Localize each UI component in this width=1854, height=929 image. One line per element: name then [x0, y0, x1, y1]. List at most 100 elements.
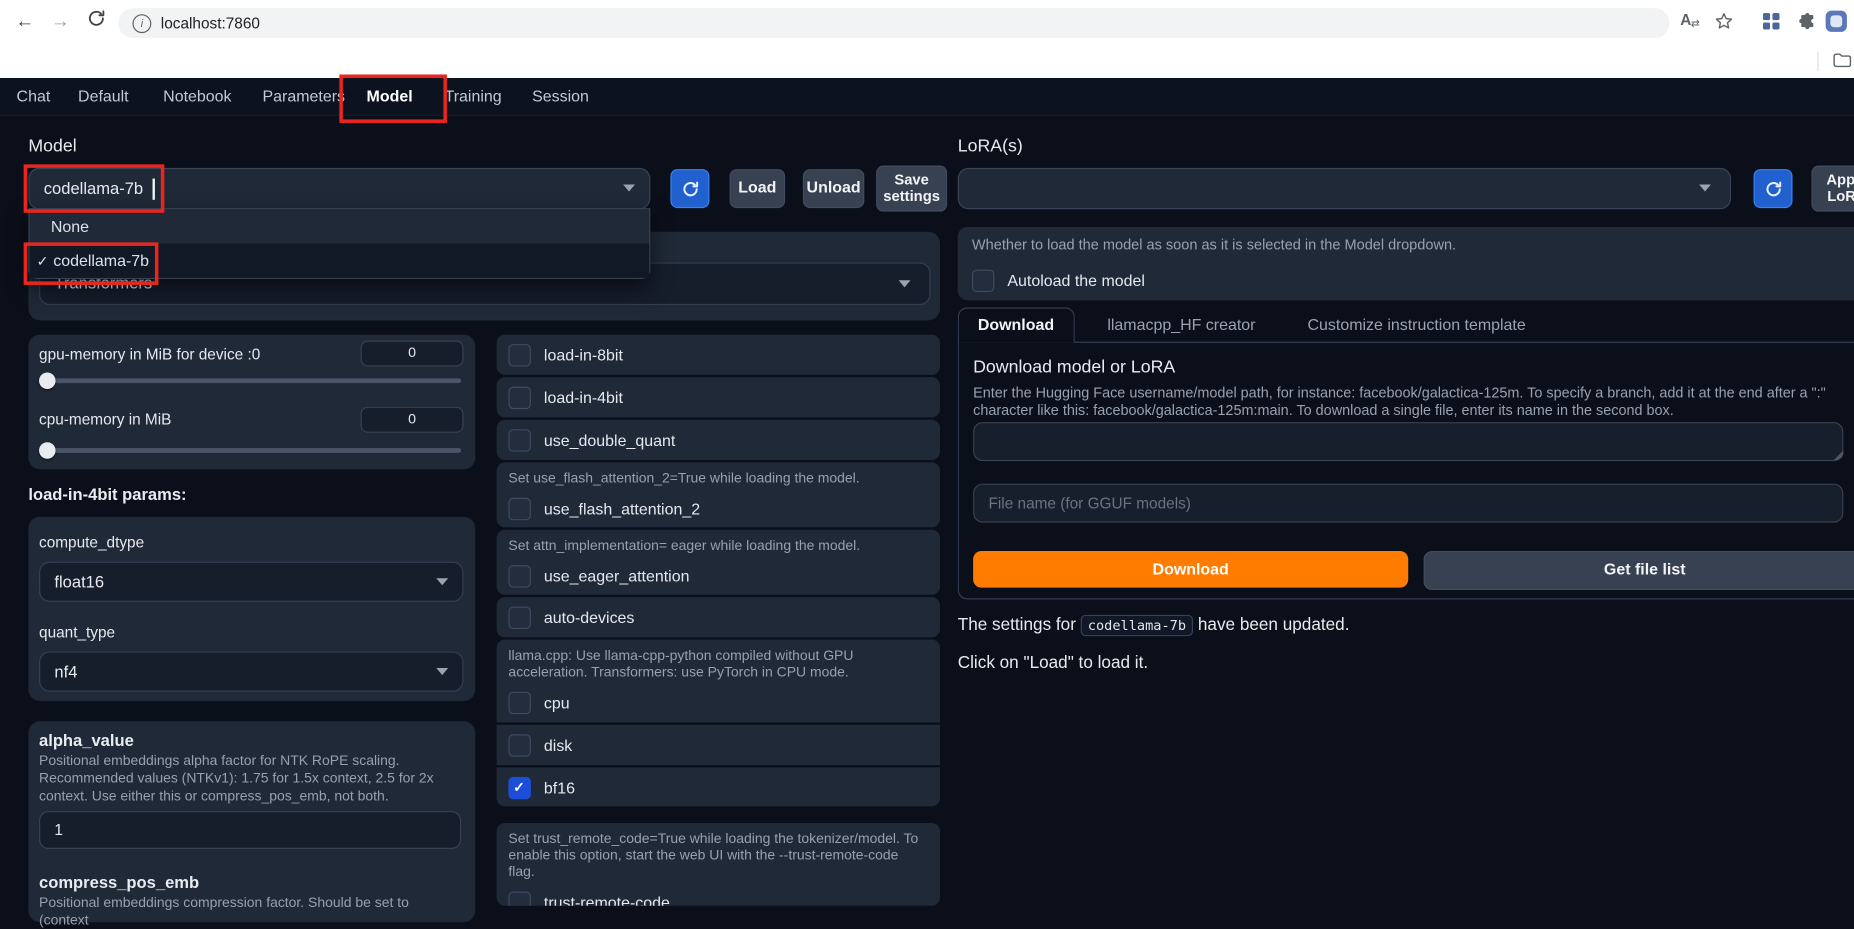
lora-refresh-button[interactable] [1753, 169, 1793, 209]
checkbox-label: use_double_quant [543, 430, 676, 449]
bookmarks-folder-icon[interactable] [1833, 52, 1852, 74]
checkbox-row[interactable]: auto-devices [497, 597, 940, 637]
compress-pos-emb-description: Positional embeddings compression factor… [39, 893, 409, 929]
flag-block: Set use_flash_attention_2=True while loa… [496, 462, 941, 528]
load-button[interactable]: Load [729, 169, 786, 209]
chevron-down-icon [436, 578, 449, 586]
apps-icon[interactable] [1762, 13, 1780, 30]
checkbox-label: load-in-4bit [543, 388, 623, 407]
checkbox-checked[interactable] [508, 776, 531, 799]
model-path-input[interactable] [973, 422, 1844, 462]
checkbox-row[interactable]: cpu [497, 682, 940, 722]
get-file-list-button[interactable]: Get file list [1423, 550, 1854, 591]
download-description: Enter the Hugging Face username/model pa… [973, 384, 1826, 419]
tab-default[interactable]: Default [78, 78, 129, 115]
autoload-info-text: Whether to load the model as soon as it … [971, 236, 1457, 254]
lora-dropdown[interactable] [957, 167, 1732, 210]
checkbox-label: use_flash_attention_2 [543, 499, 701, 518]
resize-grip[interactable] [1832, 449, 1844, 460]
checkbox-row[interactable]: use_flash_attention_2 [497, 488, 940, 527]
checkbox[interactable] [971, 268, 995, 292]
flag-block: llama.cpp: Use llama-cpp-python compiled… [496, 639, 941, 807]
translate-icon-arrows: ⇄ [1690, 17, 1700, 30]
text-caret [152, 178, 155, 200]
refresh-icon [1765, 180, 1781, 196]
tab-chat[interactable]: Chat [17, 78, 51, 115]
dtype-panel: compute_dtype float16 quant_type nf4 [28, 516, 476, 702]
download-button[interactable]: Download [973, 550, 1409, 588]
lora-section-label: LoRA(s) [957, 135, 1023, 157]
tab-session[interactable]: Session [532, 78, 589, 115]
gpu-memory-slider-handle[interactable] [39, 372, 56, 390]
checkbox-row[interactable]: trust-remote-code [497, 882, 940, 906]
flag-block: Set trust_remote_code=True while loading… [496, 822, 941, 906]
quant-type-dropdown[interactable]: nf4 [39, 651, 464, 692]
apply-lora-button[interactable]: Apply LoRA [1811, 165, 1854, 212]
checkbox-label: use_eager_attention [543, 566, 690, 585]
tab-notebook[interactable]: Notebook [163, 78, 231, 115]
rope-panel: alpha_value Positional embeddings alpha … [28, 721, 476, 928]
quant-type-value: nf4 [54, 662, 78, 682]
checkbox-label: auto-devices [543, 608, 635, 627]
load-in-4bit-params-heading: load-in-4bit params: [28, 484, 187, 504]
cpu-memory-label: cpu-memory in MiB [39, 410, 172, 429]
gpu-memory-value[interactable]: 0 [360, 340, 464, 367]
checkbox-row[interactable]: bf16 [496, 765, 941, 806]
dropdown-option-none[interactable]: None [30, 209, 650, 243]
extensions-puzzle-icon[interactable] [1797, 12, 1817, 38]
tab-training[interactable]: Training [445, 78, 502, 115]
gguf-file-name-input[interactable] [973, 483, 1844, 523]
checkbox[interactable] [508, 691, 531, 714]
flag-block: load-in-4bit [496, 377, 941, 418]
tab-customize-instruction-template[interactable]: Customize instruction template [1289, 309, 1545, 342]
flag-block: use_double_quant [496, 419, 941, 460]
gpu-memory-slider[interactable] [39, 378, 462, 384]
site-info-icon[interactable]: i [132, 14, 152, 34]
unload-button[interactable]: Unload [802, 169, 865, 209]
download-tab-bar: Download llamacpp_HF creator Customize i… [957, 307, 1854, 343]
profile-avatar[interactable] [1825, 10, 1847, 32]
checkbox-row[interactable]: disk [496, 722, 941, 765]
checkbox[interactable] [508, 733, 531, 757]
checkbox[interactable] [508, 386, 531, 409]
autoload-checkbox-row[interactable]: Autoload the model [971, 262, 1800, 297]
compute-dtype-dropdown[interactable]: float16 [39, 561, 464, 602]
cpu-memory-slider-handle[interactable] [39, 442, 56, 459]
compute-dtype-label: compute_dtype [39, 533, 145, 551]
tab-model[interactable]: Model [367, 78, 413, 115]
checkbox[interactable] [508, 343, 531, 366]
checkbox[interactable] [508, 428, 531, 452]
tab-parameters[interactable]: Parameters [262, 78, 345, 115]
flag-info-text: Set use_flash_attention_2=True while loa… [508, 469, 860, 486]
model-dropdown[interactable]: codellama-7b [28, 167, 651, 210]
cpu-memory-slider[interactable] [39, 448, 462, 453]
checkbox[interactable] [508, 605, 531, 629]
bookmark-star-icon[interactable] [1713, 11, 1734, 38]
chevron-down-icon [898, 280, 911, 288]
download-panel: Download model or LoRA Enter the Hugging… [957, 341, 1854, 600]
alpha-value-input[interactable]: 1 [39, 811, 462, 849]
flag-info-text: llama.cpp: Use llama-cpp-python compiled… [508, 646, 854, 680]
translate-icon[interactable]: A [1680, 11, 1691, 29]
load-hint-status: Click on "Load" to load it. [957, 653, 1149, 673]
tab-download[interactable]: Download [957, 307, 1075, 343]
checkbox[interactable] [508, 890, 531, 906]
checkbox-row[interactable]: load-in-4bit [497, 377, 940, 417]
reload-icon[interactable] [83, 8, 109, 34]
chevron-down-icon [1699, 184, 1711, 192]
url-text[interactable]: localhost:7860 [161, 13, 260, 33]
checkbox-row[interactable]: use_double_quant [497, 420, 940, 460]
checkbox[interactable] [508, 497, 531, 520]
tab-llamacpp-hf-creator[interactable]: llamacpp_HF creator [1088, 309, 1274, 342]
address-bar[interactable]: i localhost:7860 [118, 8, 1670, 38]
cpu-memory-value[interactable]: 0 [360, 406, 464, 433]
checkbox[interactable] [508, 564, 531, 588]
checkbox-label: load-in-8bit [543, 345, 623, 364]
dropdown-option-codellama[interactable]: ✓ codellama-7b [29, 243, 650, 278]
save-settings-button[interactable]: Save settings [876, 165, 948, 212]
checkbox-row[interactable]: use_eager_attention [497, 556, 940, 595]
back-icon[interactable]: ← [12, 9, 38, 35]
forward-icon[interactable]: → [47, 9, 73, 35]
model-refresh-button[interactable] [670, 169, 710, 209]
checkbox-row[interactable]: load-in-8bit [497, 335, 940, 375]
